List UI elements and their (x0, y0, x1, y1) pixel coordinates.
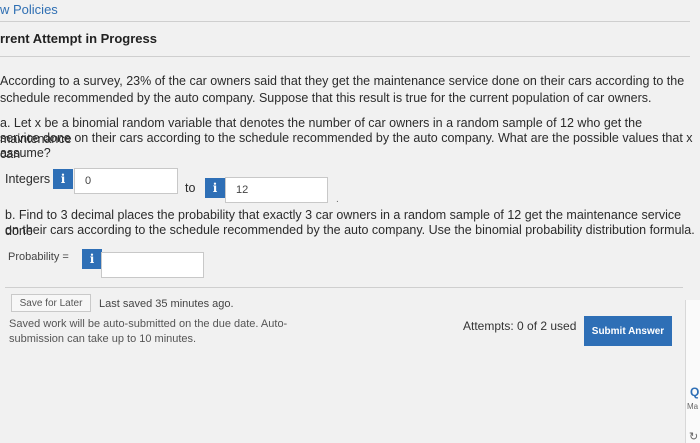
period-mark: . (336, 194, 339, 205)
top-divider (0, 21, 690, 22)
save-for-later-button[interactable]: Save for Later (11, 294, 91, 312)
part-a-line3: assume? (0, 146, 51, 160)
question-intro-line2: schedule recommended by the auto company… (0, 91, 652, 105)
last-saved-text: Last saved 35 minutes ago. (99, 298, 234, 310)
footer-divider (5, 287, 683, 288)
side-panel-q-label: Q (690, 385, 700, 399)
policies-link[interactable]: w Policies (0, 2, 58, 17)
lower-bound-info-icon[interactable]: i (53, 169, 73, 189)
auto-submit-line1: Saved work will be auto-submitted on the… (9, 318, 288, 330)
page-title: rrent Attempt in Progress (0, 31, 157, 46)
probability-label: Probability = (8, 251, 69, 263)
auto-submit-line2: submission can take up to 10 minutes. (9, 333, 197, 345)
upper-bound-info-icon[interactable]: i (205, 178, 225, 198)
side-panel-bottom-icon: ↻ (689, 431, 699, 443)
part-a-line2: service done on their cars according to … (0, 131, 693, 161)
probability-info-icon[interactable]: i (82, 249, 102, 269)
lower-bound-input[interactable]: 0 (74, 168, 178, 194)
question-intro-line1: According to a survey, 23% of the car ow… (0, 74, 685, 88)
side-panel (685, 300, 700, 443)
upper-bound-input[interactable]: 12 (225, 177, 328, 203)
to-label: to (185, 181, 196, 195)
submit-answer-button[interactable]: Submit Answer (584, 316, 672, 346)
attempts-counter: Attempts: 0 of 2 used (463, 319, 577, 333)
integers-label: Integers (5, 172, 51, 186)
probability-input[interactable] (101, 252, 204, 278)
part-b-line2: on their cars according to the schedule … (5, 223, 695, 237)
side-panel-ma-label: Ma (687, 402, 699, 411)
title-divider (0, 56, 690, 57)
